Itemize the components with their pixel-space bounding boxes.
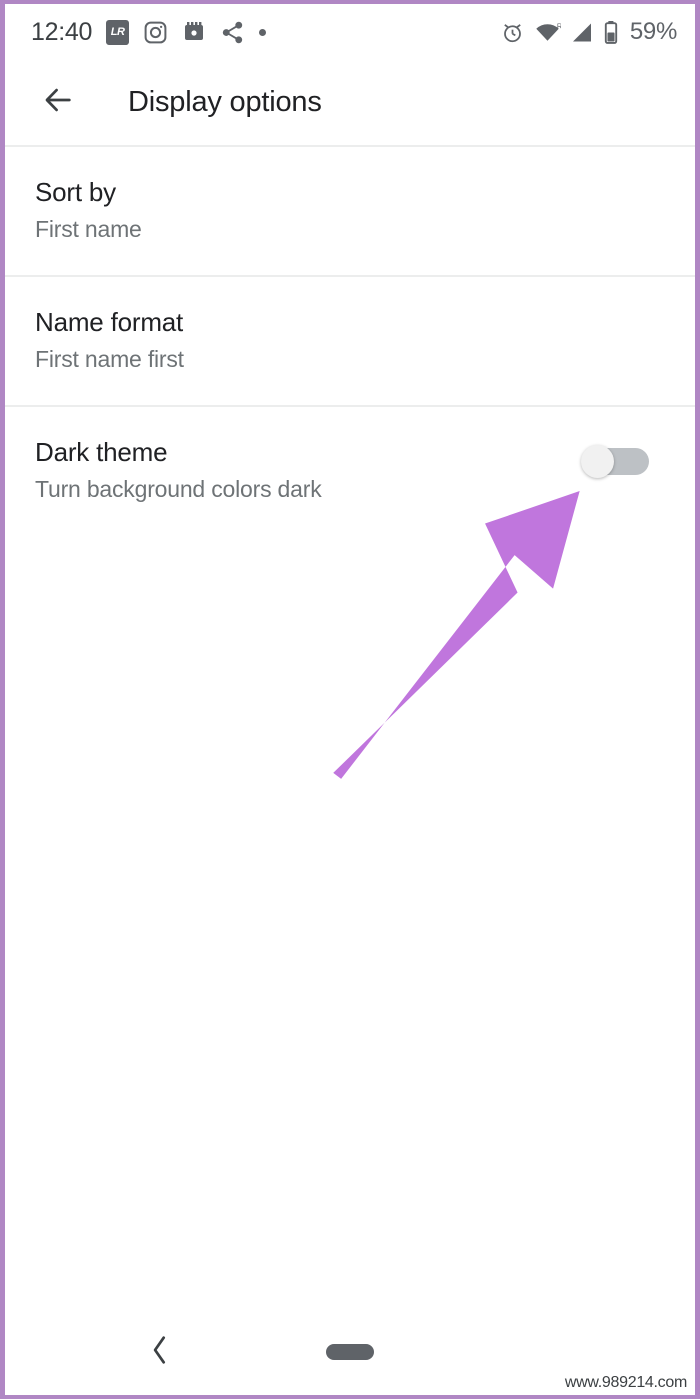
content-area: [5, 535, 695, 1395]
app-notification-icon: [182, 20, 206, 44]
cellular-signal-icon: [570, 20, 594, 45]
page-title: Display options: [128, 86, 322, 118]
toggle-knob: [581, 445, 614, 478]
setting-texts: Dark theme Turn background colors dark: [35, 437, 581, 503]
nav-home-pill-button[interactable]: [326, 1344, 374, 1360]
setting-row-name-format[interactable]: Name format First name first: [5, 277, 695, 407]
app-bar: Display options: [5, 60, 695, 147]
battery-icon: [603, 20, 619, 45]
more-notifications-dot-icon: [259, 28, 267, 36]
share-icon: [220, 20, 245, 45]
arrow-left-icon: [41, 83, 75, 122]
nav-back-button[interactable]: [138, 1330, 182, 1374]
lightroom-app-icon: LR: [106, 19, 130, 45]
status-clock: 12:40: [31, 17, 93, 46]
phone-screen: 12:40 LR 59% Display options Sort by Fir…: [0, 0, 700, 1399]
setting-row-sort-by[interactable]: Sort by First name: [5, 147, 695, 277]
setting-subtitle-sort-by: First name: [35, 216, 142, 242]
wifi-icon: R: [534, 20, 561, 45]
setting-subtitle-name-format: First name first: [35, 346, 184, 372]
status-bar-right-group: R 59%: [500, 18, 677, 46]
status-bar: 12:40 LR 59%: [5, 4, 695, 60]
instagram-app-icon: [143, 20, 168, 45]
setting-texts: Sort by First name: [35, 177, 669, 243]
dark-theme-toggle[interactable]: [581, 445, 649, 478]
setting-title-name-format: Name format: [35, 307, 184, 337]
lightroom-app-icon-label: LR: [110, 26, 125, 38]
setting-row-dark-theme[interactable]: Dark theme Turn background colors dark: [5, 407, 695, 535]
setting-title-sort-by: Sort by: [35, 177, 116, 207]
setting-title-dark-theme: Dark theme: [35, 437, 168, 467]
back-button[interactable]: [35, 80, 81, 126]
setting-texts: Name format First name first: [35, 307, 669, 373]
status-bar-left-group: 12:40 LR: [31, 17, 267, 47]
chevron-left-icon: [147, 1334, 173, 1371]
bottom-navigation-bar: www.989214.com: [5, 1309, 695, 1395]
alarm-clock-icon: [500, 20, 525, 45]
svg-text:R: R: [557, 21, 561, 30]
settings-list: Sort by First name Name format First nam…: [5, 147, 695, 535]
watermark-label: www.989214.com: [564, 1374, 687, 1391]
battery-percent-label: 59%: [629, 18, 677, 45]
setting-subtitle-dark-theme: Turn background colors dark: [35, 476, 322, 502]
